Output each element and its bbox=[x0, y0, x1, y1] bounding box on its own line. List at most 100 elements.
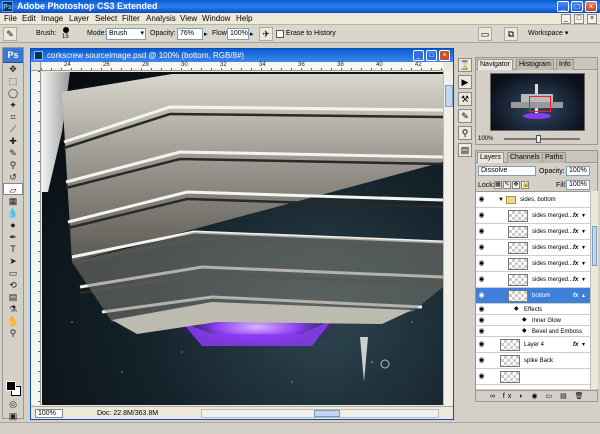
menu-file[interactable]: File bbox=[4, 14, 17, 24]
layer-row[interactable]: ◉ spike Back bbox=[476, 353, 590, 369]
layer-row[interactable]: ◉ sides merged... fx ▾ bbox=[476, 240, 590, 256]
screen-mode-icon[interactable]: ▣ bbox=[3, 410, 23, 422]
erase-history-checkbox[interactable] bbox=[276, 30, 284, 38]
effects-row[interactable]: ◉ ◆ Effects bbox=[476, 304, 590, 315]
hand-tool-icon[interactable]: ✋ bbox=[3, 315, 23, 327]
3d-rotate-tool-icon[interactable]: ⟲ bbox=[3, 279, 23, 291]
expand-effects-icon[interactable]: ▾ bbox=[582, 212, 585, 220]
marquee-tool-icon[interactable]: ⬚ bbox=[3, 75, 23, 87]
document-minimize-button[interactable]: _ bbox=[413, 50, 424, 61]
layers-footer-buttons[interactable]: ∞ fx ◐ ◉ ▭ ▤ 🗑 bbox=[476, 390, 597, 401]
airbrush-button[interactable]: ✈ bbox=[259, 27, 273, 41]
document-vertical-scrollbar[interactable] bbox=[443, 71, 453, 405]
palette-well-icon[interactable]: ▭ bbox=[478, 27, 492, 41]
expand-effects-icon[interactable]: ▾ bbox=[582, 341, 585, 349]
layer-row-selected[interactable]: ◉ bottom fx ▴ bbox=[476, 288, 590, 304]
collapse-effects-icon[interactable]: ▴ bbox=[582, 292, 585, 300]
opacity-field[interactable]: 76% bbox=[177, 28, 203, 40]
layer-group-row[interactable]: ◉ ▼ sides, bottom bbox=[476, 192, 590, 208]
layer-fx-icon[interactable]: fx bbox=[573, 292, 578, 300]
layer-row[interactable]: ◉ sides merged... fx ▾ bbox=[476, 272, 590, 288]
document-maximize-button[interactable]: □ bbox=[426, 50, 437, 61]
vertical-scroll-thumb[interactable] bbox=[445, 85, 453, 107]
lock-pixels-icon[interactable]: ✎ bbox=[503, 181, 511, 190]
notes-tool-icon[interactable]: ▤ bbox=[3, 291, 23, 303]
clone-stamp-tool-icon[interactable]: ⚲ bbox=[3, 159, 23, 171]
brush-tool-icon[interactable]: ✎ bbox=[3, 147, 23, 159]
effects-visibility-icon[interactable]: ◉ bbox=[477, 306, 486, 313]
document-horizontal-scrollbar[interactable] bbox=[201, 409, 439, 418]
visibility-eye-icon[interactable]: ◉ bbox=[477, 276, 486, 283]
bridge-icon[interactable]: ⧉ bbox=[504, 27, 518, 41]
blur-tool-icon[interactable]: 💧 bbox=[3, 207, 23, 219]
menu-help[interactable]: Help bbox=[236, 14, 252, 24]
expand-effects-icon[interactable]: ▾ bbox=[582, 244, 585, 252]
layer-fx-icon[interactable]: fx bbox=[573, 228, 578, 236]
opacity-arrow-icon[interactable]: ▸ bbox=[204, 30, 208, 38]
visibility-eye-icon[interactable]: ◉ bbox=[477, 196, 486, 203]
document-close-button[interactable]: × bbox=[439, 50, 450, 61]
tab-channels[interactable]: Channels bbox=[507, 152, 543, 163]
layer-list-scrollbar[interactable] bbox=[590, 191, 598, 389]
layer-row[interactable]: ◉ sides merged... fx ▾ bbox=[476, 208, 590, 224]
layer-fx-icon[interactable]: fx bbox=[573, 341, 578, 349]
lock-all-icon[interactable]: 🔒 bbox=[521, 181, 529, 190]
eraser-tool-icon[interactable]: ▱ bbox=[3, 183, 23, 195]
group-expand-icon[interactable]: ▼ bbox=[498, 196, 504, 204]
tool-presets-panel-icon[interactable]: ⚒ bbox=[458, 92, 472, 106]
lasso-tool-icon[interactable]: ◯ bbox=[3, 87, 23, 99]
tab-paths[interactable]: Paths bbox=[542, 152, 566, 163]
effect-row[interactable]: ◉ ◆ Bevel and Emboss bbox=[476, 326, 590, 337]
horizontal-ruler[interactable]: 24 26 28 30 32 34 36 38 40 42 bbox=[41, 62, 443, 71]
visibility-eye-icon[interactable]: ◉ bbox=[477, 373, 486, 380]
image-canvas[interactable] bbox=[42, 72, 443, 405]
slice-tool-icon[interactable]: ⟋ bbox=[3, 123, 23, 135]
visibility-eye-icon[interactable]: ◉ bbox=[477, 244, 486, 251]
layer-row[interactable]: ◉ bbox=[476, 369, 590, 385]
layer-comps-panel-icon[interactable]: ▤ bbox=[458, 143, 472, 157]
expand-effects-icon[interactable]: ▾ bbox=[582, 260, 585, 268]
gradient-tool-icon[interactable]: ▦ bbox=[3, 195, 23, 207]
visibility-eye-icon[interactable]: ◉ bbox=[477, 212, 486, 219]
brushes-panel-icon[interactable]: ✎ bbox=[458, 109, 472, 123]
type-tool-icon[interactable]: T bbox=[3, 243, 23, 255]
tab-info[interactable]: Info bbox=[556, 59, 574, 70]
tab-layers[interactable]: Layers bbox=[477, 152, 505, 163]
mode-dropdown[interactable]: Brush bbox=[106, 28, 146, 40]
layer-opacity-field[interactable]: 100% bbox=[566, 166, 590, 176]
healing-brush-tool-icon[interactable]: ✚ bbox=[3, 135, 23, 147]
actions-panel-icon[interactable]: ▶ bbox=[458, 75, 472, 89]
history-panel-icon[interactable]: ⌛ bbox=[458, 58, 472, 72]
crop-tool-icon[interactable]: ⌗ bbox=[3, 111, 23, 123]
dodge-tool-icon[interactable]: ● bbox=[3, 219, 23, 231]
shape-tool-icon[interactable]: ▭ bbox=[3, 267, 23, 279]
tool-preset-picker[interactable]: ✎ bbox=[3, 27, 17, 41]
layer-fx-icon[interactable]: fx bbox=[573, 244, 578, 252]
navigator-preview[interactable] bbox=[490, 73, 585, 131]
layer-fx-icon[interactable]: fx bbox=[573, 212, 578, 220]
magic-wand-tool-icon[interactable]: ✦ bbox=[3, 99, 23, 111]
zoom-field[interactable]: 100% bbox=[35, 409, 63, 418]
zoom-tool-icon[interactable]: ⚲ bbox=[3, 327, 23, 339]
layer-fx-icon[interactable]: fx bbox=[573, 260, 578, 268]
menu-window[interactable]: Window bbox=[202, 14, 230, 24]
menu-analysis[interactable]: Analysis bbox=[146, 14, 176, 24]
visibility-eye-icon[interactable]: ◉ bbox=[477, 228, 486, 235]
vertical-ruler[interactable] bbox=[31, 71, 41, 405]
menu-view[interactable]: View bbox=[180, 14, 197, 24]
layer-scroll-thumb[interactable] bbox=[592, 226, 597, 266]
layer-fill-field[interactable]: 100% bbox=[566, 180, 590, 190]
expand-effects-icon[interactable]: ▾ bbox=[582, 228, 585, 236]
history-brush-tool-icon[interactable]: ↺ bbox=[3, 171, 23, 183]
move-tool-icon[interactable]: ✥ bbox=[3, 63, 23, 75]
doc-restore-button[interactable]: □ bbox=[574, 14, 584, 24]
workspace-menu[interactable]: Workspace ▾ bbox=[528, 30, 568, 38]
visibility-eye-icon[interactable]: ◉ bbox=[477, 260, 486, 267]
minimize-button[interactable]: _ bbox=[557, 1, 569, 12]
quick-mask-icon[interactable]: ◎ bbox=[3, 398, 23, 410]
effect-row[interactable]: ◉ ◆ Inner Glow bbox=[476, 315, 590, 326]
navigator-zoom-knob[interactable] bbox=[536, 135, 541, 143]
visibility-eye-icon[interactable]: ◉ bbox=[477, 357, 486, 364]
menu-layer[interactable]: Layer bbox=[69, 14, 89, 24]
flow-arrow-icon[interactable]: ▸ bbox=[250, 30, 254, 38]
